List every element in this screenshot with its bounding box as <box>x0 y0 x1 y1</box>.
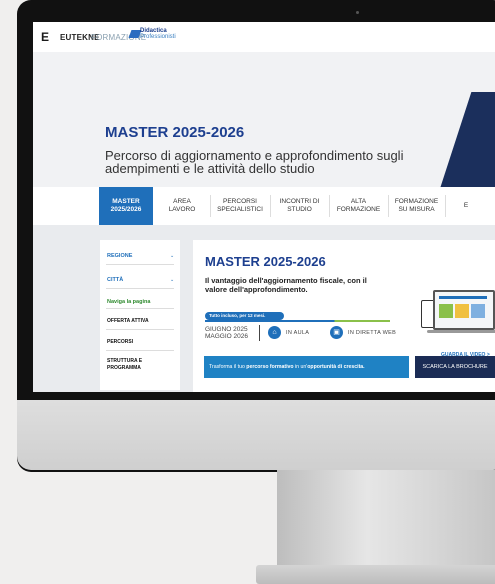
master-card: MASTER 2025-2026 Il vantaggio dell'aggio… <box>193 240 495 392</box>
nav-tab-5[interactable]: FORMAZIONE SU MISURA <box>389 187 444 225</box>
laptop-mockup <box>433 290 495 330</box>
nav-tab-3[interactable]: INCONTRI DI STUDIO <box>271 187 328 225</box>
card-title: MASTER 2025-2026 <box>205 254 326 269</box>
partner-logo[interactable]: Didactica Professionisti <box>140 28 176 40</box>
growth-banner: Trasforma il tuo percorso formativo in u… <box>204 356 409 378</box>
nav-tab-2[interactable]: PERCORSI SPECIALISTICI <box>211 187 269 225</box>
city-select[interactable]: CITTÀ <box>107 277 123 283</box>
nav-separator <box>210 195 211 217</box>
camera-dot <box>356 11 359 14</box>
pill-underline <box>205 320 390 322</box>
nav-separator <box>445 195 446 217</box>
top-bar: E EUTEKNE FORMAZIONE Didactica Profession… <box>33 22 495 52</box>
live-web-icon: ▣ <box>330 326 343 339</box>
nav-tab-0[interactable]: MASTER 2025/2026 <box>99 187 153 225</box>
card-tagline: Il vantaggio dell'aggiornamento fiscale,… <box>205 276 367 294</box>
mockup-block <box>471 304 485 318</box>
sidebar-link-offerta[interactable]: OFFERTA ATTIVA <box>107 318 149 325</box>
divider <box>106 264 174 265</box>
monitor-stand <box>277 470 495 570</box>
region-select[interactable]: REGIONE <box>107 253 132 259</box>
monitor-foot <box>256 565 495 584</box>
sidebar-link-percorsi[interactable]: PERCORSI <box>107 339 133 346</box>
dates-divider <box>259 325 260 341</box>
hero-subtitle: Percorso di aggiornamento e approfondime… <box>105 148 404 176</box>
eutekne-logo-mark[interactable]: E <box>41 30 49 44</box>
divider <box>106 308 174 309</box>
included-pill: Tutto incluso, per 12 mesi. <box>205 312 284 320</box>
monitor-chin <box>17 400 495 470</box>
course-dates: GIUGNO 2025 MAGGIO 2026 <box>205 326 248 340</box>
mockup-bar <box>439 296 487 299</box>
nav-separator <box>388 195 389 217</box>
mode-diretta-web: IN DIRETTA WEB <box>348 330 397 336</box>
divider <box>106 288 174 289</box>
sidebar-link-struttura[interactable]: STRUTTURA E PROGRAMMA <box>107 358 152 371</box>
sidebar: REGIONE ⌄ CITTÀ ⌄ Naviga la pagina OFFER… <box>100 240 180 390</box>
laptop-base <box>427 330 495 333</box>
nav-separator <box>329 195 330 217</box>
chevron-down-icon[interactable]: ⌄ <box>170 253 174 259</box>
nav-tab-4[interactable]: ALTA FORMAZIONE <box>330 187 387 225</box>
mockup-block <box>455 304 469 318</box>
divider <box>106 329 174 330</box>
hero-section: MASTER 2025-2026 Percorso di aggiornamen… <box>33 52 495 242</box>
download-brochure-button[interactable]: SCARICA LA BROCHURE <box>415 356 495 378</box>
mode-in-aula: IN AULA <box>286 330 310 336</box>
classroom-icon: ⌂ <box>268 326 281 339</box>
divider <box>106 350 174 351</box>
mockup-block <box>439 304 453 318</box>
hero-title: MASTER 2025-2026 <box>105 124 245 141</box>
nav-separator <box>270 195 271 217</box>
main-nav: MASTER 2025/2026 AREA LAVORO PERCORSI SPECIAL… <box>99 187 495 225</box>
website-screen: E EUTEKNE FORMAZIONE Didactica Profession… <box>33 22 495 392</box>
nav-tab-1[interactable]: AREA LAVORO <box>155 187 209 225</box>
chevron-down-icon[interactable]: ⌄ <box>170 277 174 283</box>
page-nav-heading: Naviga la pagina <box>107 299 151 305</box>
nav-tab-6[interactable]: E <box>446 187 486 225</box>
